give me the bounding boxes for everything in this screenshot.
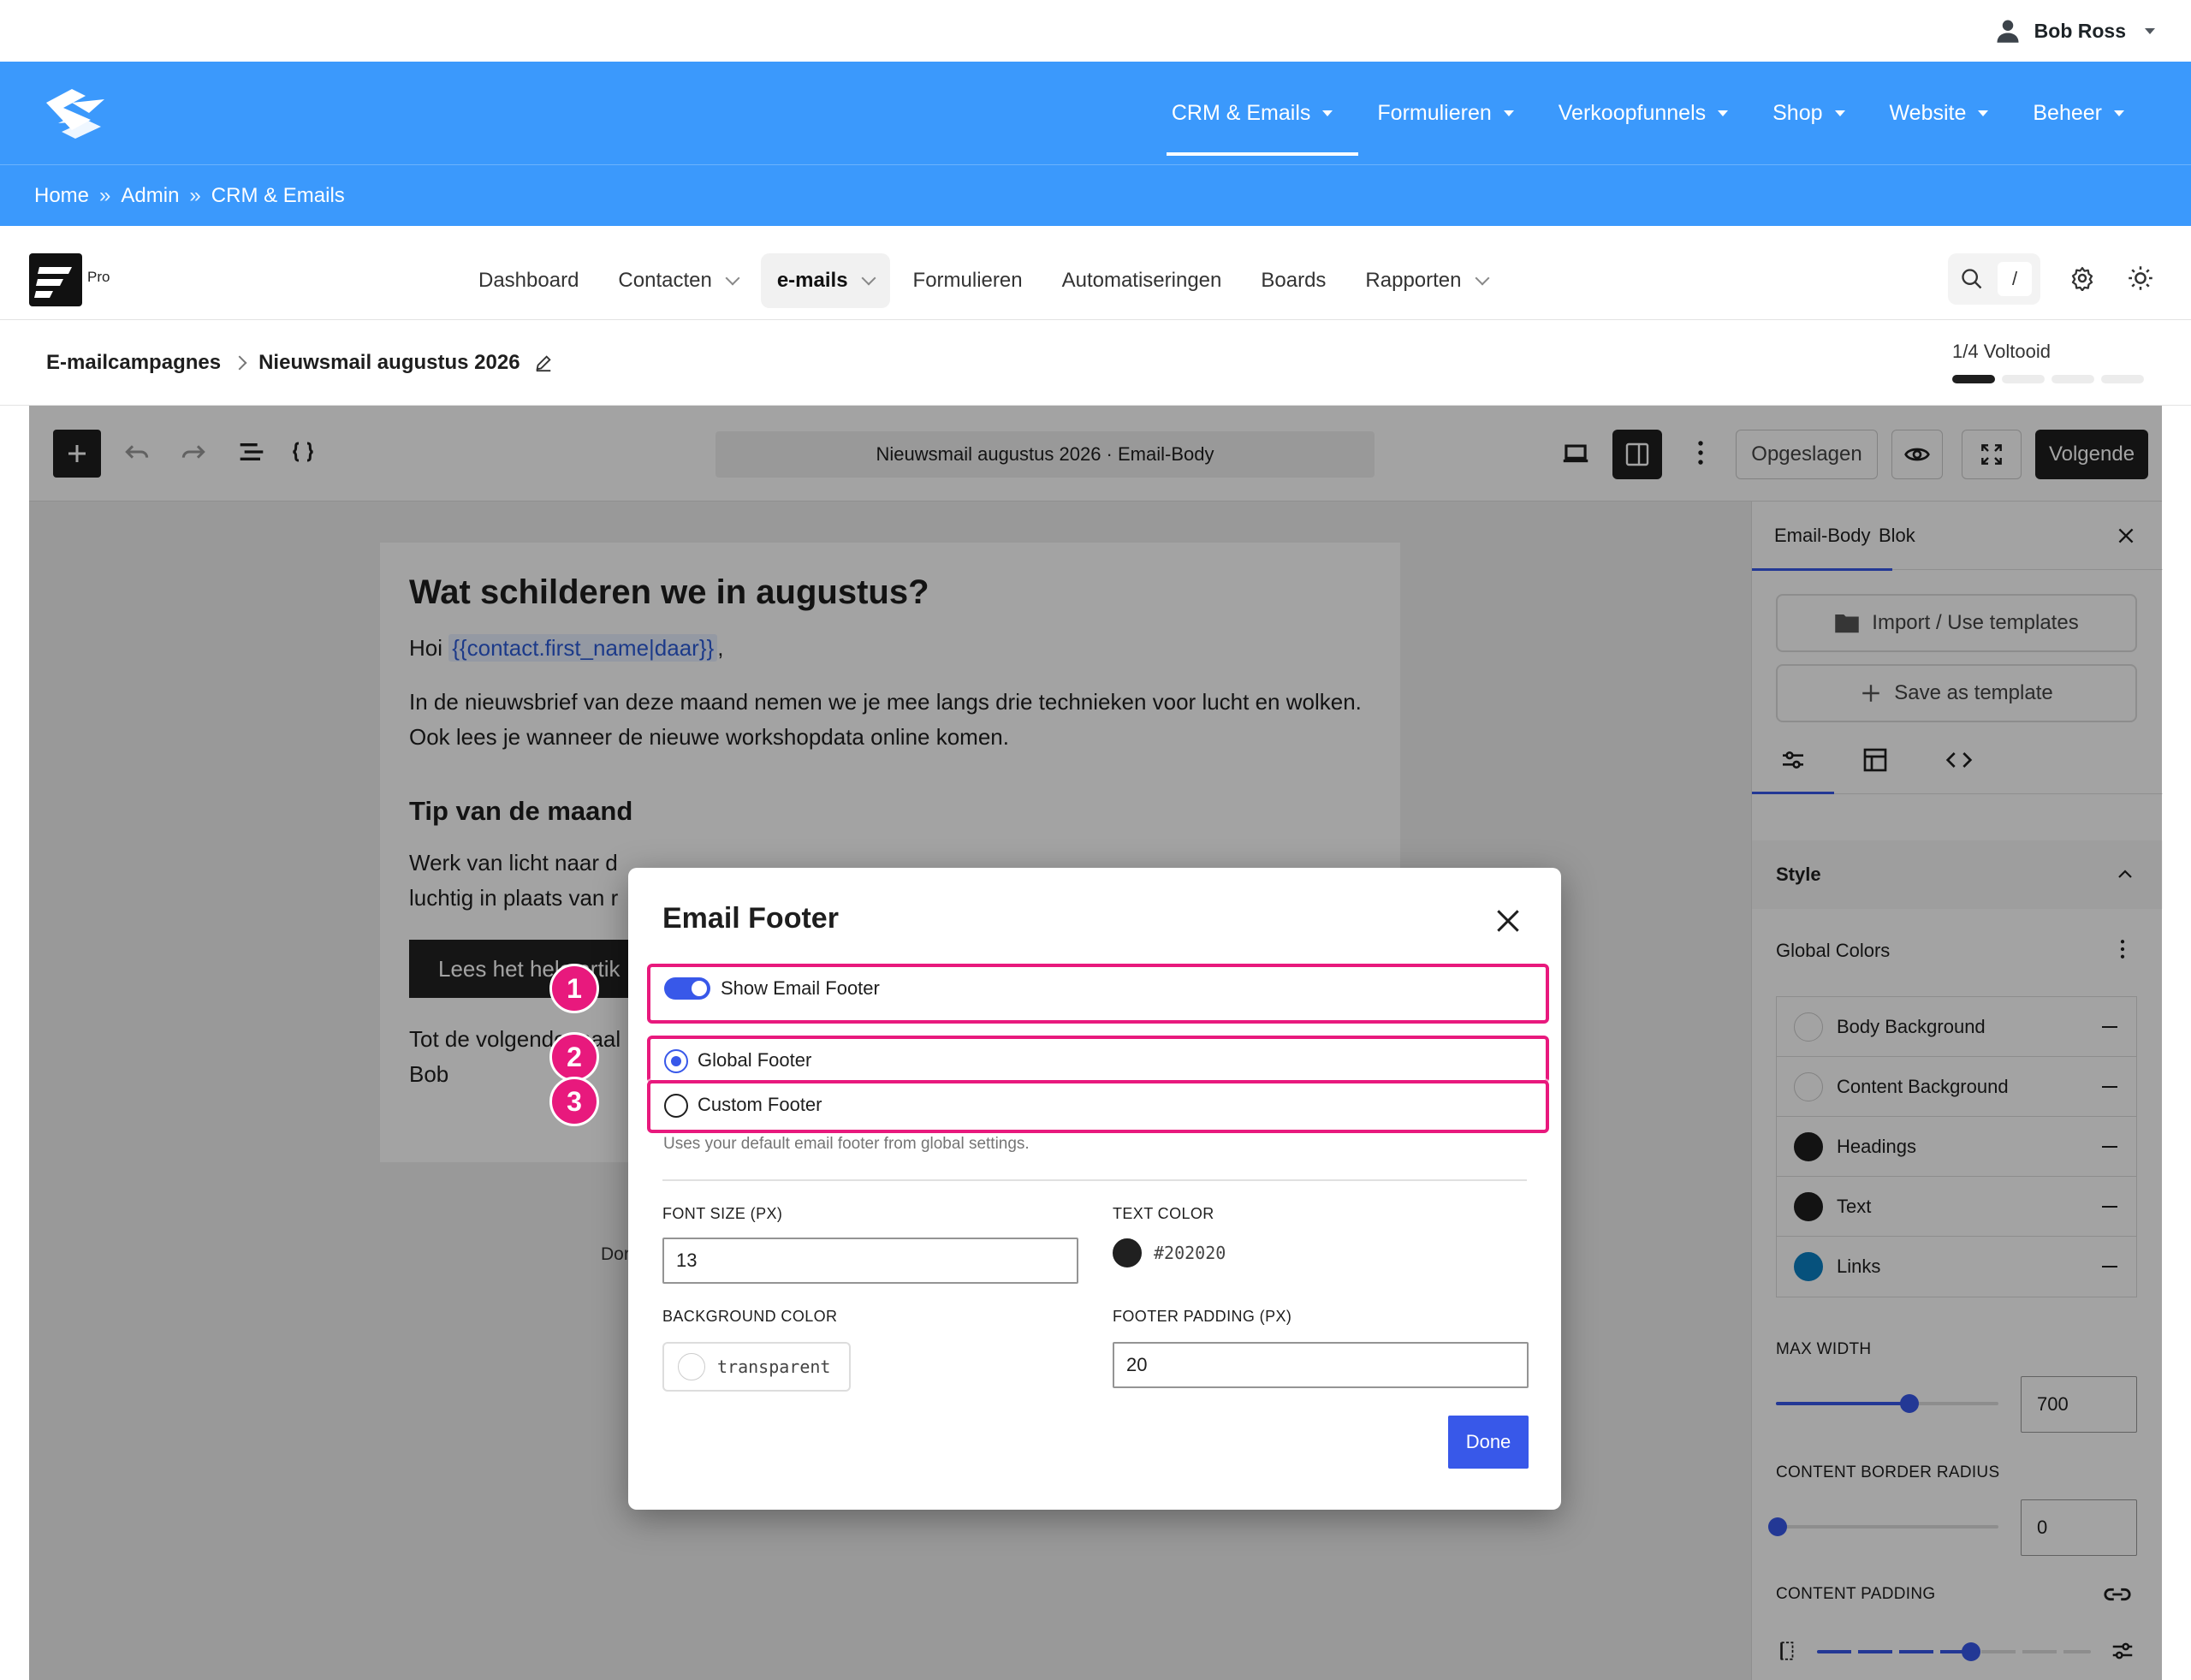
site-nav-shop[interactable]: Shop — [1750, 62, 1867, 164]
appnav-formulieren[interactable]: Formulieren — [897, 253, 1039, 308]
background-color-picker[interactable]: transparent — [662, 1342, 851, 1392]
chevron-down-icon — [1475, 270, 1489, 286]
appnav-contacten[interactable]: Contacten — [602, 253, 753, 308]
annotation-badge: 2 — [549, 1032, 599, 1082]
site-nav-crm[interactable]: CRM & Emails — [1149, 62, 1358, 164]
pro-badge: Pro — [87, 269, 110, 285]
search-button[interactable]: / — [1948, 253, 2040, 305]
progress-step — [2101, 375, 2144, 383]
caret-down-icon — [2114, 110, 2124, 116]
site-nav-label: Website — [1889, 100, 1967, 125]
text-color-value: #202020 — [1154, 1243, 1226, 1263]
annotation-highlight-global-footer — [647, 1036, 1549, 1083]
site-nav-label: Beheer — [2033, 100, 2102, 125]
chevron-down-icon — [725, 270, 740, 286]
progress-step — [1952, 375, 1995, 383]
breadcrumb-crm[interactable]: CRM & Emails — [211, 184, 345, 208]
background-color-label: BACKGROUND COLOR — [662, 1308, 838, 1325]
app-logo[interactable] — [29, 253, 82, 306]
annotation-badge: 1 — [549, 964, 599, 1013]
site-nav-label: Shop — [1772, 100, 1823, 125]
chevron-down-icon — [2145, 27, 2155, 34]
divider — [662, 1179, 1527, 1181]
color-swatch — [1113, 1238, 1142, 1267]
footer-padding-label: FOOTER PADDING (PX) — [1113, 1308, 1292, 1325]
breadcrumb-separator: » — [189, 183, 201, 207]
done-button[interactable]: Done — [1448, 1416, 1529, 1469]
site-nav-formulieren[interactable]: Formulieren — [1355, 62, 1535, 164]
appnav-label: Formulieren — [912, 269, 1023, 292]
close-icon[interactable] — [1491, 904, 1525, 938]
caret-down-icon — [1718, 110, 1729, 116]
text-color-picker[interactable]: #202020 — [1113, 1238, 1226, 1268]
admin-bar: Bob Ross — [0, 0, 2191, 62]
user-menu[interactable]: Bob Ross — [1995, 0, 2155, 62]
campaign-progress: 1/4 Voltooid — [1952, 341, 2144, 383]
breadcrumb: Home » Admin » CRM & Emails — [0, 164, 2191, 226]
color-swatch — [678, 1353, 705, 1380]
site-nav-label: Verkoopfunnels — [1558, 100, 1707, 125]
site-nav-verkoopfunnels[interactable]: Verkoopfunnels — [1536, 62, 1750, 164]
user-name: Bob Ross — [2034, 19, 2126, 42]
sun-icon[interactable] — [2128, 265, 2153, 291]
appnav-dashboard[interactable]: Dashboard — [462, 253, 595, 308]
progress-step — [2051, 375, 2094, 383]
appnav-label: Rapporten — [1365, 269, 1462, 292]
footer-padding-input[interactable]: 20 — [1113, 1342, 1529, 1388]
footer-help-text: Uses your default email footer from glob… — [663, 1135, 1030, 1153]
breadcrumb-admin[interactable]: Admin — [121, 184, 179, 208]
breadcrumb-home[interactable]: Home — [34, 184, 89, 208]
search-icon — [1962, 269, 1982, 289]
campaign-name: Nieuwsmail augustus 2026 — [258, 351, 520, 374]
appnav-automatiseringen[interactable]: Automatiseringen — [1046, 253, 1238, 308]
chevron-down-icon — [861, 270, 876, 286]
site-nav-website[interactable]: Website — [1867, 62, 2011, 164]
progress-steps — [1952, 375, 2144, 383]
campaign-parent-link[interactable]: E-mailcampagnes — [46, 351, 221, 375]
background-color-value: transparent — [717, 1356, 831, 1377]
caret-down-icon — [1834, 110, 1845, 116]
appnav-rapporten[interactable]: Rapporten — [1349, 253, 1503, 308]
appnav-boards[interactable]: Boards — [1244, 253, 1342, 308]
breadcrumb-separator: » — [99, 183, 111, 207]
search-shortcut: / — [1998, 262, 2032, 296]
appnav-label: Automatiseringen — [1061, 269, 1222, 292]
site-nav-beheer[interactable]: Beheer — [2010, 62, 2146, 164]
font-size-input[interactable]: 13 — [662, 1238, 1078, 1284]
appnav-emails[interactable]: e-mails — [760, 253, 890, 308]
annotation-highlight-show-footer — [647, 964, 1549, 1024]
appnav-label: Dashboard — [478, 269, 579, 292]
campaign-bar: E-mailcampagnes Nieuwsmail augustus 2026… — [0, 320, 2191, 406]
appnav-label: Boards — [1261, 269, 1327, 292]
user-icon — [1997, 20, 2019, 43]
modal-title: Email Footer — [662, 902, 839, 935]
progress-step — [2002, 375, 2045, 383]
site-logo[interactable] — [38, 86, 110, 140]
site-nav-label: Formulieren — [1377, 100, 1492, 125]
edit-icon[interactable] — [534, 353, 553, 372]
appnav-label: e-mails — [776, 269, 848, 292]
annotation-badge: 3 — [549, 1077, 599, 1126]
text-color-label: TEXT COLOR — [1113, 1205, 1214, 1222]
progress-label: 1/4 Voltooid — [1952, 341, 2051, 362]
font-size-label: FONT SIZE (PX) — [662, 1205, 783, 1222]
app-header: Pro Dashboard Contacten e-mails Formulie… — [0, 226, 2191, 320]
caret-down-icon — [1503, 110, 1514, 116]
caret-down-icon — [1978, 110, 1989, 116]
gear-icon[interactable] — [2069, 265, 2095, 291]
chevron-right-icon — [232, 355, 247, 371]
annotation-highlight-custom-footer — [647, 1080, 1549, 1133]
caret-down-icon — [1322, 110, 1333, 116]
appnav-label: Contacten — [618, 269, 712, 292]
site-nav: CRM & Emails Formulieren Verkoopfunnels … — [0, 62, 2191, 164]
site-nav-label: CRM & Emails — [1171, 100, 1311, 125]
